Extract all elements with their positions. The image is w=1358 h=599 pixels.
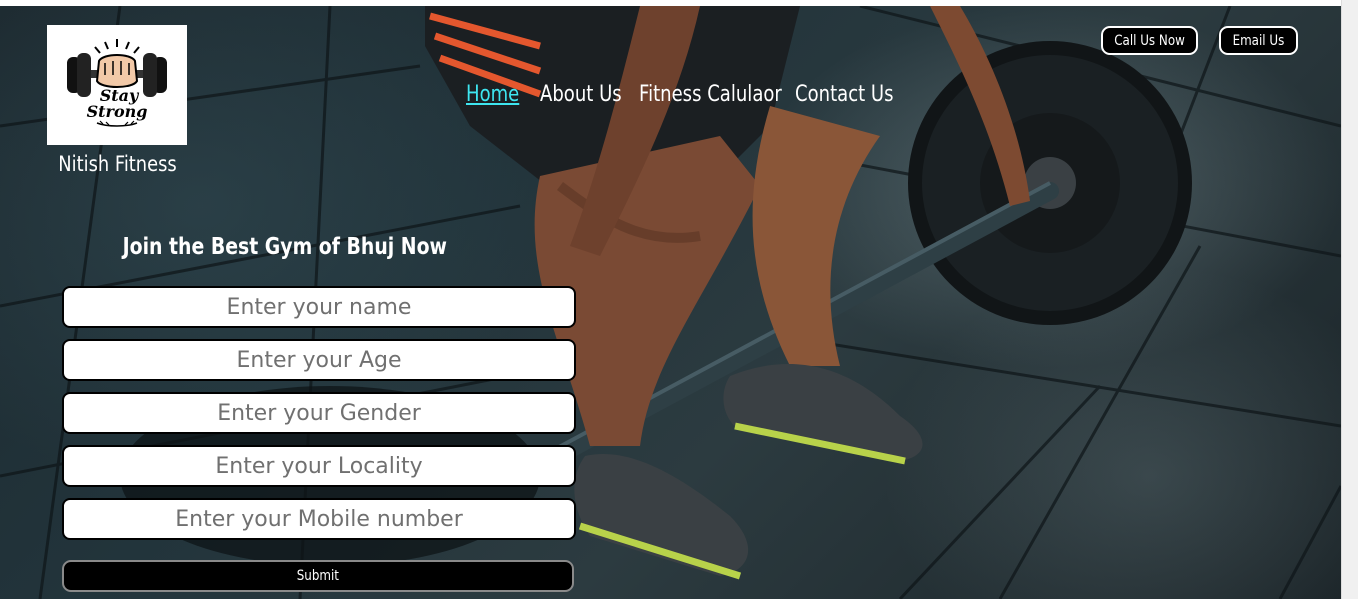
email-us-label: Email Us	[1232, 32, 1285, 49]
nav-about-us-link[interactable]: About Us	[540, 82, 622, 107]
logo[interactable]: Stay Strong	[47, 25, 187, 145]
logo-text-strong: Strong	[87, 102, 148, 121]
call-us-now-button[interactable]: Call Us Now	[1101, 26, 1198, 55]
main-nav: Home About Us Fitness Calulaor Contact U…	[466, 82, 905, 107]
stay-strong-dumbbell-logo-icon: Stay Strong	[67, 39, 167, 127]
age-input[interactable]	[62, 339, 576, 381]
submit-button[interactable]: Submit	[62, 560, 574, 592]
gender-input[interactable]	[62, 392, 576, 434]
email-us-button[interactable]: Email Us	[1219, 26, 1298, 55]
submit-label: Submit	[296, 568, 340, 584]
form-title: Join the Best Gym of Bhuj Now	[62, 234, 508, 260]
call-us-now-label: Call Us Now	[1114, 32, 1185, 49]
page: Stay Strong Nitish Fitness Home About Us…	[0, 0, 1358, 599]
nav-fitness-calculator-link[interactable]: Fitness Calulaor	[639, 82, 782, 107]
name-input[interactable]	[62, 286, 576, 328]
nav-home-link[interactable]: Home	[466, 82, 527, 107]
brand-name: Nitish Fitness	[58, 152, 177, 176]
page-scrollbar[interactable]	[1341, 0, 1358, 599]
form-title-text: Join the Best Gym of Bhuj Now	[122, 234, 448, 260]
locality-input[interactable]	[62, 445, 576, 487]
mobile-number-input[interactable]	[62, 498, 576, 540]
nav-contact-us-link[interactable]: Contact Us	[795, 82, 894, 107]
